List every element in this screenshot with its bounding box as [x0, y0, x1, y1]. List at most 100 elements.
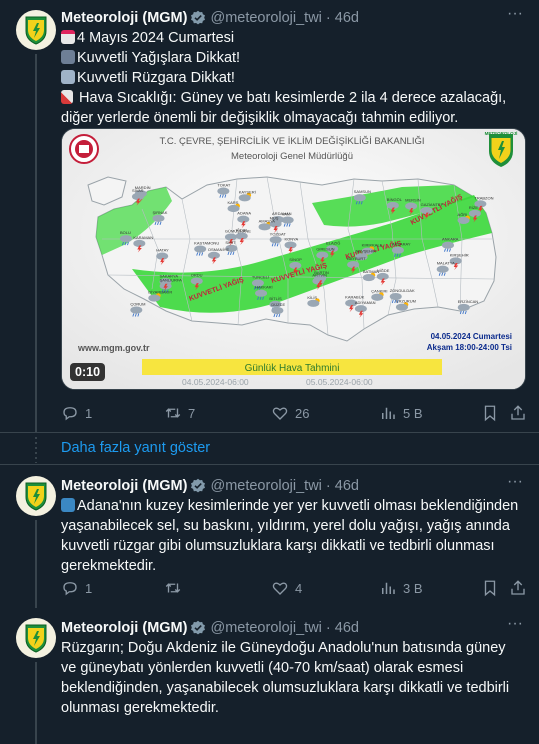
bookmark-icon [484, 580, 496, 597]
tweet-text: Adana'nın kuzey kesimlerinde yer yer kuv… [61, 498, 519, 574]
tweet-text: Rüzgarın; Doğu Akdeniz ile Güneydoğu Ana… [61, 640, 510, 716]
verified-icon [191, 10, 206, 25]
avatar[interactable] [16, 476, 56, 516]
city-label: SAKARYA [159, 273, 178, 278]
website-label: www.mgm.gov.tr [77, 343, 150, 353]
views-icon [382, 407, 395, 419]
thread-line [35, 520, 37, 608]
reply-button[interactable]: 1 [61, 579, 92, 597]
view-count: 3 B [403, 580, 423, 596]
line-rain-warning: Kuvvetli Yağışlara Dikkat! [61, 48, 521, 68]
city-label: KARABÜK [345, 295, 364, 300]
more-icon[interactable]: ··· [505, 474, 525, 496]
divider [0, 432, 539, 433]
separator-dot: · [321, 620, 335, 636]
tweet-time[interactable]: 46d [335, 620, 359, 636]
city-label: DİYARBAKIR [148, 290, 172, 295]
show-more-replies-link[interactable]: Daha fazla yanıt göster [61, 440, 210, 456]
city-label: RİZE [469, 205, 478, 210]
city-label: ÇANKIRI [371, 289, 387, 294]
city-label: ORDU [191, 273, 203, 278]
bookmark-icon [484, 405, 496, 422]
retweet-button[interactable]: 7 [164, 404, 195, 422]
views-icon [382, 582, 395, 594]
author-name[interactable]: Meteoroloji (MGM) [61, 10, 187, 26]
tweet-time[interactable]: 46d [335, 10, 359, 26]
verified-icon [191, 478, 206, 493]
city-label: YOZGAT [270, 231, 287, 236]
city-label: TRABZON [474, 195, 493, 200]
city-label: BİNGÖL [387, 197, 403, 202]
city-label: GİRESUN [316, 247, 334, 252]
tweet-3[interactable]: Meteoroloji (MGM) @meteoroloji_twi · 46d… [0, 608, 539, 744]
author-handle[interactable]: @meteoroloji_twi [210, 10, 321, 26]
tweet-time[interactable]: 46d [335, 478, 359, 494]
city-label: KIRŞEHİR [450, 252, 469, 257]
reply-icon [63, 407, 77, 421]
city-label: KARAMAN [133, 235, 153, 240]
range-end: 05.05.2024-06:00 [306, 377, 373, 387]
author-handle[interactable]: @meteoroloji_twi [210, 620, 321, 636]
avatar[interactable] [16, 10, 56, 50]
city-label: BARTIN [314, 270, 329, 275]
share-button[interactable] [509, 579, 533, 597]
mgm-logo-icon [25, 16, 47, 45]
author-handle[interactable]: @meteoroloji_twi [210, 478, 321, 494]
city-label: AKSARAY [392, 242, 411, 247]
city-label: ŞIRNAK [152, 210, 167, 215]
thermometer-icon [61, 90, 73, 104]
city-label: ÇORUM [130, 302, 145, 307]
bookmark-button[interactable] [481, 579, 505, 597]
tweet-2[interactable]: Meteoroloji (MGM) @meteoroloji_twi · 46d… [0, 464, 539, 608]
view-count: 5 B [403, 405, 423, 421]
ministry-title: T.C. ÇEVRE, ŞEHİRCİLİK VE İKLİM DEĞİŞİKL… [159, 136, 424, 147]
separator-dot: · [321, 10, 335, 26]
tweet-1[interactable]: Meteoroloji (MGM) @meteoroloji_twi · 46d… [0, 0, 539, 432]
thread-line [35, 662, 37, 744]
like-button[interactable]: 4 [271, 579, 302, 597]
city-label: ERZİNCAN [458, 299, 479, 304]
mgm-logo-icon [25, 624, 47, 653]
author-name[interactable]: Meteoroloji (MGM) [61, 478, 187, 494]
city-label: GAZİANTEP [421, 202, 444, 207]
city-label: HATAY [156, 248, 169, 253]
author-name[interactable]: Meteoroloji (MGM) [61, 620, 187, 636]
city-label: SİİRT [225, 240, 236, 245]
views-button[interactable]: 5 B [379, 404, 423, 422]
views-button[interactable]: 3 B [379, 579, 423, 597]
city-label: KIRIKKALE [362, 243, 383, 248]
city-label: SİNOP [289, 257, 302, 262]
retweet-button[interactable] [164, 579, 188, 597]
like-count: 26 [295, 405, 310, 421]
more-icon[interactable]: ··· [505, 6, 525, 28]
city-label: VAN [282, 212, 290, 217]
avatar[interactable] [16, 618, 56, 658]
city-label: HAKKARİ [255, 285, 273, 290]
city-label: BAYBURT [347, 256, 366, 261]
reply-button[interactable]: 1 [61, 404, 92, 422]
share-button[interactable] [509, 404, 533, 422]
city-label: KARS [228, 200, 239, 205]
weather-map-video[interactable]: METEOROLOJİ T.C. ÇEVRE, ŞEHİRCİLİK VE İK… [61, 128, 526, 390]
like-count: 4 [295, 580, 303, 596]
city-label: MERSİN [405, 198, 421, 203]
tweet-actions: 1 7 26 5 B [61, 403, 526, 423]
city-label: NEVŞEHİR [356, 248, 377, 253]
reply-icon [63, 582, 77, 596]
weather-map: METEOROLOJİ T.C. ÇEVRE, ŞEHİRCİLİK VE İK… [62, 129, 525, 389]
up-right-arrow-icon [61, 498, 75, 512]
share-icon [511, 405, 525, 420]
bookmark-button[interactable] [481, 404, 505, 422]
retweet-icon [165, 408, 181, 418]
tweet-header: Meteoroloji (MGM) @meteoroloji_twi · 46d [61, 618, 359, 638]
line-temperature: Hava Sıcaklığı: Güney ve batı kesimlerde… [61, 90, 507, 126]
tweet-text: 4 Mayıs 2024 Cumartesi Kuvvetli Yağışlar… [61, 28, 521, 128]
more-icon[interactable]: ··· [505, 616, 525, 638]
retweet-count: 7 [188, 405, 196, 421]
tweet-header: Meteoroloji (MGM) @meteoroloji_twi · 46d [61, 476, 359, 496]
like-button[interactable]: 26 [271, 404, 309, 422]
thread-line-dotted [35, 437, 37, 463]
city-label: GÜMÜŞHANE [225, 229, 251, 234]
verified-icon [191, 620, 206, 635]
reply-count: 1 [85, 580, 93, 596]
